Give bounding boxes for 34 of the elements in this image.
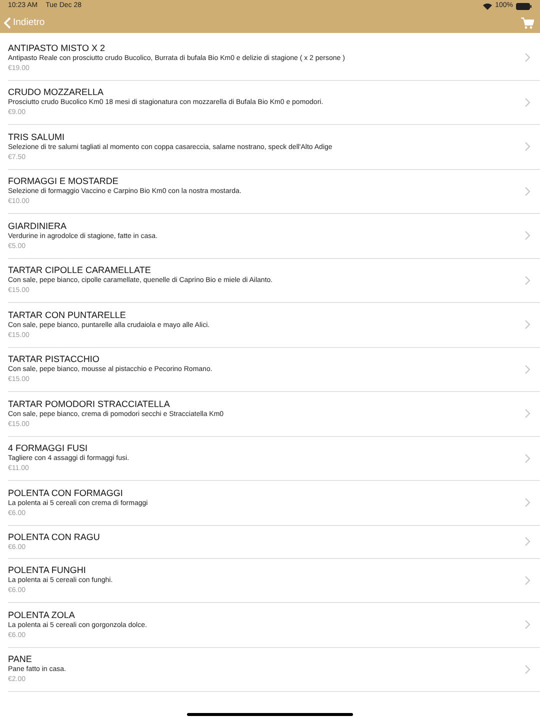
chevron-right-icon xyxy=(525,231,530,240)
chevron-right-icon xyxy=(525,320,530,330)
chevron-right-icon xyxy=(525,498,530,508)
item-name: TRIS SALUMI xyxy=(8,130,66,143)
chevron-right-icon xyxy=(525,620,530,630)
battery-icon xyxy=(516,3,532,10)
item-name: ANTIPASTO MISTO X 2 xyxy=(8,42,106,54)
chevron-right-icon xyxy=(525,276,530,285)
wifi-icon xyxy=(483,3,492,10)
item-name: CRUDO MOZZARELLA xyxy=(8,86,105,98)
item-name: POLENTA ZOLA xyxy=(8,608,76,621)
chevron-right-icon xyxy=(525,142,530,152)
item-name: GIARDINIERA xyxy=(8,220,68,232)
chevron-right-icon xyxy=(525,454,530,463)
item-name: POLENTA CON FORMAGGI xyxy=(8,486,124,499)
item-name: TARTAR PISTACCHIO xyxy=(8,353,100,366)
item-name: TARTAR CIPOLLE CARAMELLATE xyxy=(8,264,152,276)
chevron-right-icon xyxy=(525,53,530,62)
chevron-right-icon xyxy=(525,576,530,585)
item-name: POLENTA FUNGHI xyxy=(8,564,87,576)
chevron-right-icon xyxy=(525,98,530,107)
item-name: FORMAGGI E MOSTARDE xyxy=(8,175,120,188)
item-name: TARTAR CON PUNTARELLE xyxy=(8,308,127,321)
item-name: TARTAR POMODORI STRACCIATELLA xyxy=(8,398,171,410)
chevron-right-icon xyxy=(525,409,530,418)
chevron-right-icon xyxy=(525,537,530,546)
chevron-right-icon xyxy=(525,664,530,674)
item-name: PANE xyxy=(8,653,33,666)
chevron-left-icon xyxy=(4,17,11,29)
item-name: POLENTA CON RAGU xyxy=(8,530,101,542)
item-name: 4 FORMAGGI FUSI xyxy=(8,442,89,454)
chevron-right-icon xyxy=(525,364,530,374)
chevron-right-icon xyxy=(525,186,530,196)
cart-button[interactable] xyxy=(521,17,534,29)
